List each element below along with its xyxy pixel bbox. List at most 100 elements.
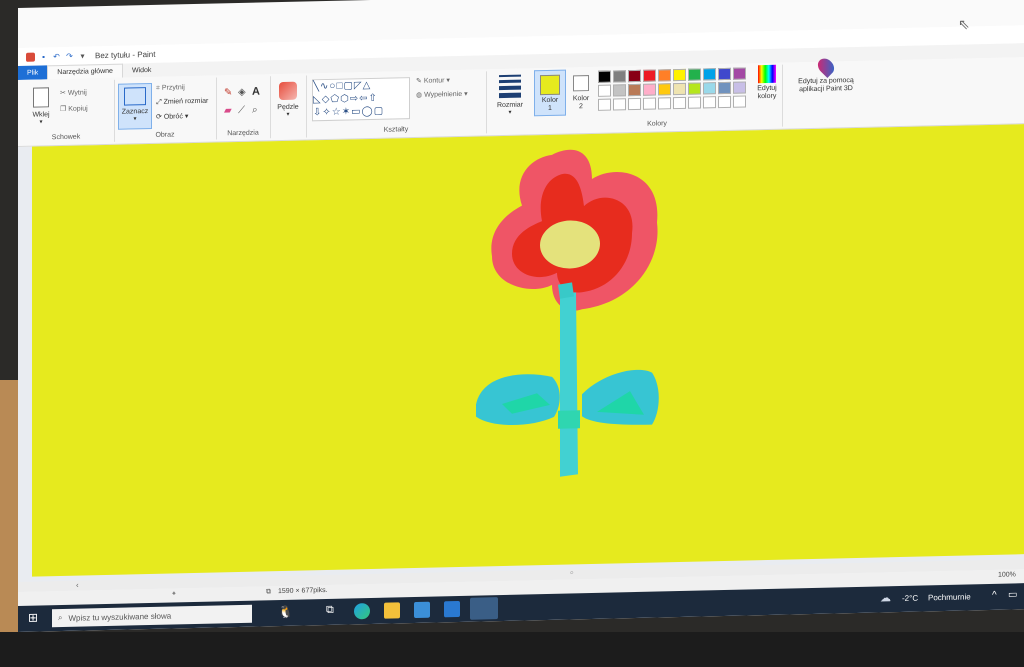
resize-button[interactable]: ⤢ Zmień rozmiar [156,98,208,107]
color2-label: Kolor 2 [572,95,590,111]
network-icon[interactable]: ▭ [1008,589,1017,600]
fill-label: Wypełnienie [424,90,463,99]
mail-icon[interactable] [444,600,460,618]
chevron-up-icon[interactable]: ^ [992,590,997,601]
paint3d-label: Edytuj za pomocą aplikacji Paint 3D [798,77,854,94]
palette-swatch[interactable] [658,69,671,82]
image-group: Zaznacz ▾ ⌗ Przytnij ⤢ Zmień rozmiar ⟳ O… [114,77,217,142]
undo-icon[interactable]: ↶ [52,52,61,61]
palette-swatch[interactable] [703,68,716,81]
palette-swatch[interactable] [673,96,686,110]
palette-swatch[interactable] [658,97,671,110]
palette-swatch[interactable] [703,96,716,109]
file-explorer-icon[interactable] [384,602,400,619]
palette-swatch[interactable] [733,81,746,94]
search-icon: ⌕ [58,612,63,623]
clipboard-group: Wklej ▾ ✂ Wytnij ❐ Kopiuj Schowek [18,79,115,144]
palette-swatch[interactable] [628,69,641,83]
palette-swatch[interactable] [718,81,731,95]
scroll-left-icon[interactable]: ‹ [76,581,79,590]
pencil-icon[interactable]: ✎ [224,87,232,98]
palette-swatch[interactable] [613,70,626,83]
scissors-icon: ✂ [60,89,66,98]
quick-access-toolbar: ▪ ↶ ↷ ▾ [26,51,87,62]
outline-button[interactable]: ✎ Kontur ▾ [416,76,450,85]
palette-swatch[interactable] [718,95,731,109]
flower-stem-top [558,282,574,299]
cloud-icon: ☁ [880,592,891,605]
palette-swatch[interactable] [613,98,626,111]
cut-button[interactable]: ✂ Wytnij [60,88,87,97]
palette-swatch[interactable] [628,83,641,97]
palette-swatch[interactable] [733,95,746,108]
chevron-down-icon: ▾ [446,77,450,85]
brushes-button[interactable]: Pędzle ▾ [274,81,302,119]
edit-colors-button[interactable]: Edytuj kolory [754,64,780,102]
rotate-button[interactable]: ⟳ Obróć ▾ [156,112,188,121]
taskbar-search-box[interactable]: ⌕ Wpisz tu wyszukiwane słowa [52,604,252,628]
windows-start-icon[interactable]: ⊞ [28,611,38,625]
size-button[interactable]: Rozmiar ▾ [492,74,528,116]
resize-handle-icon[interactable]: ○ [570,570,574,576]
shapes-group-label: Kształty [383,126,409,134]
clipboard-icon [33,87,49,108]
paste-button[interactable]: Wklej ▾ [26,87,56,126]
chevron-down-icon: ▾ [184,113,189,121]
select-button[interactable]: Zaznacz ▾ [118,82,152,130]
fill-bucket-icon[interactable]: ◈ [238,87,246,98]
paint-taskbar-icon[interactable] [470,597,498,620]
cut-label: Wytnij [67,89,87,97]
paint-app-icon [26,52,35,62]
edge-browser-icon[interactable] [354,603,370,620]
customize-dropdown-icon[interactable]: ▾ [78,51,87,60]
palette-swatch[interactable] [688,68,701,81]
palette-swatch[interactable] [658,83,671,96]
paint3d-button[interactable]: Edytuj za pomocą aplikacji Paint 3D [786,55,866,95]
store-icon[interactable] [414,601,430,619]
palette-swatch[interactable] [643,83,656,96]
fill-button[interactable]: ◍ Wypełnienie ▾ [416,90,468,99]
text-tool-icon[interactable]: A [252,86,260,98]
crop-button[interactable]: ⌗ Przytnij [156,84,185,93]
crop-icon: ⌗ [156,84,160,92]
chevron-down-icon: ▾ [133,116,137,123]
palette-swatch[interactable] [643,69,656,82]
palette-swatch[interactable] [688,96,701,109]
palette-swatch[interactable] [673,82,686,96]
zoom-level: 100% [998,571,1016,579]
color-picker-icon[interactable]: ⟋ [238,105,245,116]
copy-label: Kopiuj [68,105,88,113]
shapes-group: ╲∿○□▢◸△ ◺◇⬠⬡⇨⇦⇧ ⇩✧☆✶▭◯▢ ✎ Kontur ▾ ◍ Wypeł… [306,71,487,138]
palette-swatch[interactable] [673,68,686,82]
palette-swatch[interactable] [598,84,611,97]
tab-view[interactable]: Widok [123,63,160,78]
tools-group-label: Narzędzia [227,129,259,138]
magnifier-icon[interactable]: ⌕ [252,105,258,116]
color1-button[interactable]: Kolor 1 [534,69,566,117]
monitor-bezel [0,632,1024,667]
redo-icon[interactable]: ↷ [65,51,74,60]
palette-swatch[interactable] [598,98,611,111]
drawing-canvas[interactable] [32,124,1024,577]
palette-swatch[interactable] [643,97,656,110]
palette-swatch[interactable] [613,84,626,97]
save-icon[interactable]: ▪ [39,52,48,61]
rotate-icon: ⟳ [156,113,162,121]
canvas-size-readout: 1590 × 677piks. [278,586,328,596]
shapes-gallery[interactable]: ╲∿○□▢◸△ ◺◇⬠⬡⇨⇦⇧ ⇩✧☆✶▭◯▢ [312,77,410,122]
tab-file[interactable]: Plik [18,65,48,80]
chevron-down-icon: ▾ [39,119,43,126]
palette-swatch[interactable] [718,67,731,81]
penguins-search-highlight-icon[interactable]: 🐧 [278,605,293,619]
outline-label: Kontur [423,77,445,85]
task-view-icon[interactable]: ⧉ [326,604,334,617]
palette-swatch[interactable] [703,82,716,95]
palette-swatch[interactable] [688,82,701,95]
palette-swatch[interactable] [628,97,641,111]
copy-button[interactable]: ❐ Kopiuj [60,104,88,113]
palette-swatch[interactable] [733,67,746,80]
color2-button[interactable]: Kolor 2 [568,69,594,114]
palette-swatch[interactable] [598,70,611,83]
image-group-label: Obraz [155,131,175,139]
eraser-icon[interactable]: ▰ [224,105,232,116]
